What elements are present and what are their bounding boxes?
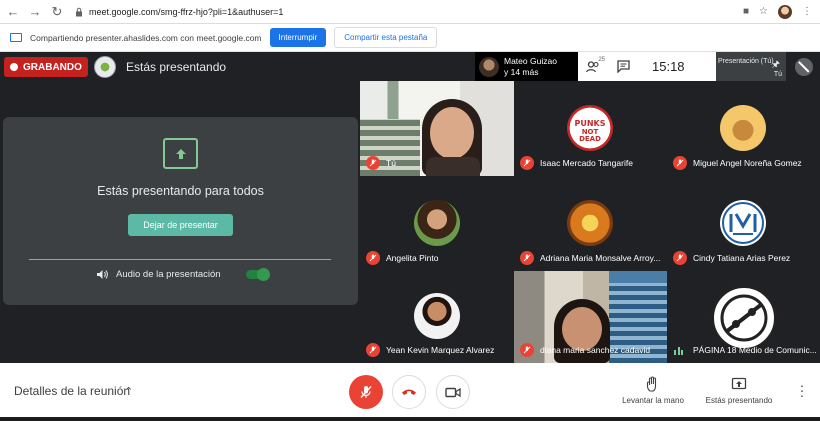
recording-label: GRABANDO <box>23 61 82 73</box>
participant-name: Yean Kevin Marquez Alvarez <box>386 345 495 355</box>
participant-tile[interactable]: Angelita Pinto <box>360 176 514 271</box>
presenting-status-button[interactable]: Estás presentando <box>702 376 776 405</box>
presenting-status-label: Estás presentando <box>705 396 773 405</box>
mic-off-icon <box>366 156 380 170</box>
leave-call-button[interactable] <box>392 375 426 409</box>
panel-divider <box>29 259 331 260</box>
participant-tile[interactable]: Miguel Angel Noreña Gomez <box>667 81 820 176</box>
camera-icon <box>445 387 461 397</box>
volume-icon <box>97 270 108 279</box>
mic-off-icon <box>366 251 380 265</box>
active-speaker-chip[interactable]: Mateo Guizao y 14 más <box>475 52 578 81</box>
self-sub-label: Tú <box>773 71 782 78</box>
hand-icon <box>646 376 657 392</box>
participant-tile[interactable]: Adriana Maria Monsalve Arroy... <box>514 176 667 271</box>
participant-avatar <box>414 200 460 246</box>
participant-avatar <box>711 285 777 351</box>
participant-tile[interactable]: Cindy Tatiana Arias Perez <box>667 176 820 271</box>
presenting-panel: Estás presentando para todos Dejar de pr… <box>3 117 358 305</box>
participant-avatar <box>567 200 613 246</box>
participant-name: Angelita Pinto <box>386 253 439 263</box>
present-screen-icon <box>163 138 198 169</box>
speaker-avatar <box>479 56 499 77</box>
participant-tile-self[interactable]: Tú <box>360 81 514 176</box>
mic-off-icon <box>520 156 534 170</box>
page-title: Estás presentando <box>126 60 227 74</box>
lock-icon <box>76 7 82 16</box>
chat-icon <box>616 60 630 73</box>
stop-sharing-button[interactable]: Interrumpir <box>269 28 327 47</box>
svg-text:DEAD: DEAD <box>579 135 601 143</box>
presentation-audio-toggle[interactable] <box>246 267 270 281</box>
meeting-controls-bar: Detalles de la reunión ⌃ Levantar la man… <box>0 363 820 421</box>
participant-count: 25 <box>598 56 605 63</box>
chrome-menu-icon[interactable]: ⋮ <box>802 6 812 17</box>
camera-toggle-button[interactable] <box>436 375 470 409</box>
meeting-details-button[interactable]: Detalles de la reunión <box>14 384 130 398</box>
mic-off-icon <box>520 251 534 265</box>
self-presentation-tile[interactable]: Presentación (Tú) Tú 🖈 <box>716 52 786 81</box>
speaker-more: y 14 más <box>504 66 539 77</box>
screen-share-icon <box>10 33 22 42</box>
participant-name: PÁGINA 18 Medio de Comunic... <box>693 345 817 355</box>
participant-name: Isaac Mercado Tangarife <box>540 158 633 168</box>
participant-avatar <box>720 105 766 151</box>
speaking-indicator-icon <box>674 347 684 355</box>
participant-name: Cindy Tatiana Arias Perez <box>693 253 791 263</box>
mic-off-icon <box>673 156 687 170</box>
mic-off-icon <box>520 343 534 357</box>
speaker-name: Mateo Guizao <box>504 55 557 66</box>
recording-badge: GRABANDO <box>4 57 88 77</box>
camera-off-icon <box>795 57 813 76</box>
participant-tile-video[interactable]: diana maria sanchez cadavid <box>514 271 667 363</box>
participant-tile[interactable]: PÁGINA 18 Medio de Comunic... <box>667 271 820 363</box>
participant-tile[interactable]: PUNKS NOT DEAD Isaac Mercado Tangarife <box>514 81 667 176</box>
meet-top-controls: 25 15:18 <box>578 52 716 81</box>
browser-toolbar: ← → ↻ meet.google.com/smg-ffrz-hjo?pli=1… <box>0 0 820 24</box>
raise-hand-label: Levantar la mano <box>622 396 684 405</box>
sharing-message: Compartiendo presenter.ahaslides.com con… <box>30 32 262 43</box>
screen-bottom-edge <box>0 417 820 421</box>
sharing-infobar: Compartiendo presenter.ahaslides.com con… <box>0 24 820 52</box>
share-this-tab-button[interactable]: Compartir esta pestaña <box>334 27 438 48</box>
mic-off-icon <box>360 386 372 398</box>
more-options-icon[interactable]: · · · <box>796 378 808 402</box>
audio-label: Audio de la presentación <box>116 269 221 280</box>
svg-text:PUNKS: PUNKS <box>574 119 605 128</box>
mic-off-icon <box>366 343 380 357</box>
hang-up-icon <box>402 389 416 395</box>
participant-avatar: PUNKS NOT DEAD <box>567 105 613 151</box>
people-button[interactable]: 25 <box>578 57 608 73</box>
meeting-clock: 15:18 <box>652 59 685 74</box>
profile-avatar[interactable] <box>778 4 792 19</box>
raise-hand-button[interactable]: Levantar la mano <box>620 376 686 405</box>
participant-avatar <box>414 293 460 339</box>
camera-indicator-icon[interactable]: ■ <box>743 6 749 17</box>
participant-name: Adriana Maria Monsalve Arroy... <box>540 253 661 263</box>
forward-icon[interactable]: → <box>26 3 44 21</box>
microphone-toggle-button[interactable] <box>349 375 383 409</box>
bookmark-star-icon[interactable]: ☆ <box>759 6 768 17</box>
reload-icon[interactable]: ↻ <box>48 3 66 21</box>
chat-button[interactable] <box>608 60 638 73</box>
stop-presenting-button[interactable]: Dejar de presentar <box>128 214 233 236</box>
participant-name: diana maria sanchez cadavid <box>540 345 651 355</box>
camera-off-tile <box>788 52 820 81</box>
url-text: meet.google.com/smg-ffrz-hjo?pli=1&authu… <box>89 6 284 17</box>
participant-tile[interactable]: Yean Kevin Marquez Alvarez <box>360 271 514 363</box>
recording-dot-icon <box>10 63 18 71</box>
participant-avatar <box>720 200 766 246</box>
chevron-up-icon[interactable]: ⌃ <box>124 385 133 398</box>
presenter-avatar <box>94 56 116 78</box>
present-screen-icon <box>731 377 747 390</box>
address-bar[interactable]: meet.google.com/smg-ffrz-hjo?pli=1&authu… <box>74 3 283 21</box>
presenting-message: Estás presentando para todos <box>97 184 264 198</box>
back-icon[interactable]: ← <box>4 3 22 21</box>
participant-name: Tú <box>386 158 396 168</box>
mic-off-icon <box>673 251 687 265</box>
pin-icon[interactable]: 🖈 <box>772 60 780 69</box>
participant-name: Miguel Angel Noreña Gomez <box>693 158 802 168</box>
